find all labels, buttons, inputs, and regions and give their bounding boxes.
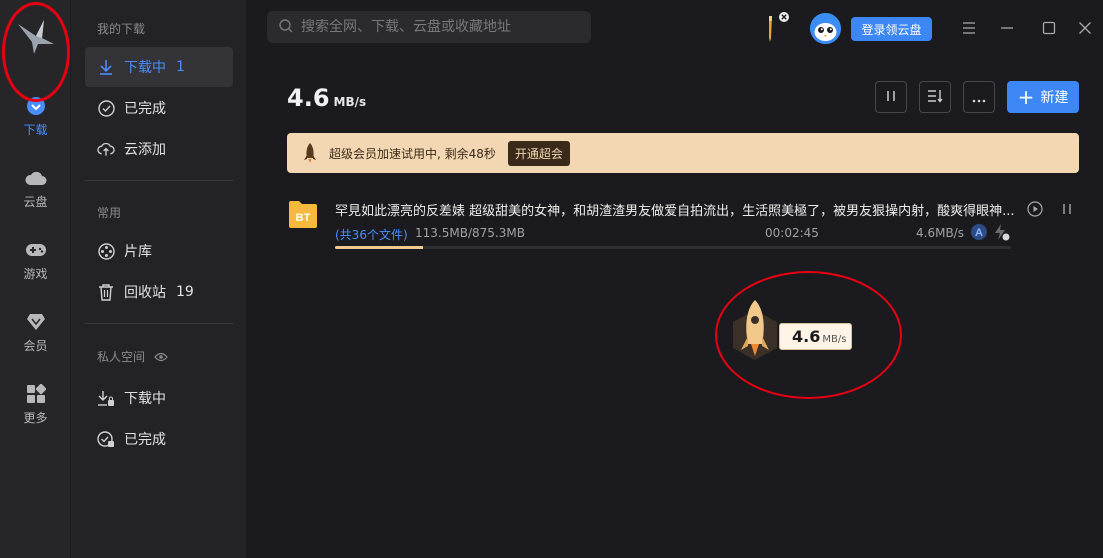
eye-icon[interactable] — [154, 351, 168, 365]
nav-item-recycle-bin[interactable]: 回收站 19 — [85, 272, 233, 312]
rail-item-games[interactable]: 游戏 — [0, 232, 71, 288]
svg-text:A: A — [975, 227, 983, 239]
rail-item-label: 会员 — [23, 338, 48, 353]
search-icon — [279, 18, 293, 37]
new-task-label: 新建 — [1040, 90, 1069, 106]
rail-item-label: 云盘 — [23, 194, 48, 209]
menu-icon[interactable] — [959, 18, 979, 38]
nav-item-private-downloading[interactable]: 下载中 — [85, 378, 233, 418]
app-logo-icon[interactable] — [14, 14, 58, 58]
nav-item-label: 片库 — [124, 244, 152, 260]
nav-divider — [85, 180, 233, 181]
task-title: 罕見如此漂亮的反差婊 超级甜美的女神，和胡渣渣男友做爱自拍流出，生活照美極了，被… — [335, 204, 1015, 219]
sort-button[interactable] — [919, 81, 951, 113]
cloud-upload-icon — [97, 140, 115, 158]
plus-icon: + — [1017, 85, 1035, 109]
nav-section-my-downloads: 我的下载 — [97, 22, 146, 36]
nav-item-label: 云添加 — [124, 142, 166, 158]
nav-divider — [85, 323, 233, 324]
task-speed: 4.6MB/s — [916, 226, 964, 240]
more-button[interactable] — [963, 81, 995, 113]
nav-item-label: 已完成 — [124, 432, 166, 448]
download-nav: 我的下载 下载中 1 已完成 云添加 常用 片库 回收站 19 私人空间 下载中… — [71, 0, 247, 558]
lightning-icon[interactable] — [992, 223, 1010, 241]
nav-item-completed[interactable]: 已完成 — [85, 88, 233, 128]
pause-all-button[interactable] — [875, 81, 907, 113]
nav-item-downloading[interactable]: 下载中 1 — [85, 47, 233, 87]
nav-item-count: 19 — [176, 284, 194, 300]
private-download-icon — [97, 389, 115, 407]
open-svip-button[interactable]: 开通超会 — [507, 140, 570, 166]
app-window: 下载 云盘 游戏 会员 更多 我的下载 下载中 1 已完成 云添加 常用 片库 … — [0, 0, 1103, 558]
total-speed: 4.6 MB/s — [287, 84, 366, 112]
rail-item-vip[interactable]: 会员 — [0, 304, 71, 360]
task-size: 113.5MB/875.3MB — [415, 226, 525, 240]
maximize-icon[interactable] — [1039, 18, 1059, 38]
nav-item-label: 回收站 — [124, 285, 166, 301]
rail-item-label: 下载 — [23, 122, 48, 137]
download-task-row[interactable]: BT 罕見如此漂亮的反差婊 超级甜美的女神，和胡渣渣男友做爱自拍流出，生活照美極… — [287, 190, 1079, 252]
rocket-icon — [301, 142, 319, 164]
total-speed-value: 4.6 — [287, 84, 330, 112]
total-speed-unit: MB/s — [333, 95, 367, 109]
nav-item-library[interactable]: 片库 — [85, 231, 233, 271]
brush-icon[interactable] — [760, 12, 790, 46]
pause-icon — [885, 88, 897, 107]
floating-speed-widget[interactable]: 4.6 MB/s — [727, 296, 855, 366]
close-icon[interactable] — [1075, 18, 1095, 38]
task-progress-bar — [335, 246, 1011, 249]
cloud-icon — [24, 167, 47, 189]
rail-item-more[interactable]: 更多 — [0, 376, 71, 432]
nav-item-label: 已完成 — [124, 101, 166, 117]
task-progress-fill — [335, 246, 423, 249]
bt-badge-label: BT — [296, 212, 311, 224]
bt-file-icon: BT — [287, 198, 319, 230]
nav-item-cloud-add[interactable]: 云添加 — [85, 129, 233, 169]
search-input[interactable] — [301, 19, 581, 35]
rail-item-cloud[interactable]: 云盘 — [0, 160, 71, 216]
left-rail: 下载 云盘 游戏 会员 更多 — [0, 0, 71, 558]
nav-section-private: 私人空间 — [97, 348, 168, 365]
download-arrow-icon — [97, 58, 115, 76]
minimize-icon[interactable] — [997, 18, 1017, 38]
task-pause-button[interactable] — [1058, 200, 1076, 218]
private-check-icon — [97, 430, 115, 448]
rail-item-label: 更多 — [23, 410, 48, 425]
ellipsis-icon — [972, 88, 986, 107]
nav-section-private-label: 私人空间 — [97, 350, 146, 364]
trash-icon — [97, 283, 115, 301]
new-task-button[interactable]: + 新建 — [1007, 81, 1079, 113]
banner-text: 超级会员加速试用中, 剩余48秒 — [329, 146, 496, 161]
download-circle-icon — [25, 95, 47, 117]
search-bar[interactable] — [267, 11, 591, 43]
nav-item-private-completed[interactable]: 已完成 — [85, 419, 233, 459]
nav-item-label: 下载中 — [124, 391, 166, 407]
play-button[interactable] — [1026, 200, 1044, 218]
task-remaining-time: 00:02:45 — [765, 226, 819, 240]
diamond-icon — [25, 311, 47, 333]
gamepad-icon — [25, 239, 47, 261]
film-reel-icon — [97, 242, 115, 260]
rocket-icon — [733, 300, 777, 360]
main-panel: 登录领云盘 4.6 MB/s — [247, 0, 1103, 558]
floating-speed-box: 4.6 MB/s — [779, 323, 852, 350]
check-circle-icon — [97, 99, 115, 117]
floating-speed-value: 4.6 — [792, 327, 821, 346]
vip-trial-banner: 超级会员加速试用中, 剩余48秒 开通超会 — [287, 133, 1079, 173]
login-button[interactable]: 登录领云盘 — [851, 17, 932, 41]
floating-speed-unit: MB/s — [822, 334, 847, 345]
accelerate-icon[interactable]: A — [970, 223, 988, 241]
rail-item-download[interactable]: 下载 — [0, 88, 71, 144]
nav-item-label: 下载中 — [124, 60, 166, 76]
sort-icon — [927, 88, 943, 107]
rail-item-label: 游戏 — [23, 266, 48, 281]
task-file-count-link[interactable]: (共36个文件) — [335, 226, 408, 243]
grid-icon — [25, 383, 47, 405]
avatar[interactable] — [810, 13, 841, 44]
nav-section-common: 常用 — [97, 206, 122, 220]
nav-item-count: 1 — [176, 59, 185, 75]
